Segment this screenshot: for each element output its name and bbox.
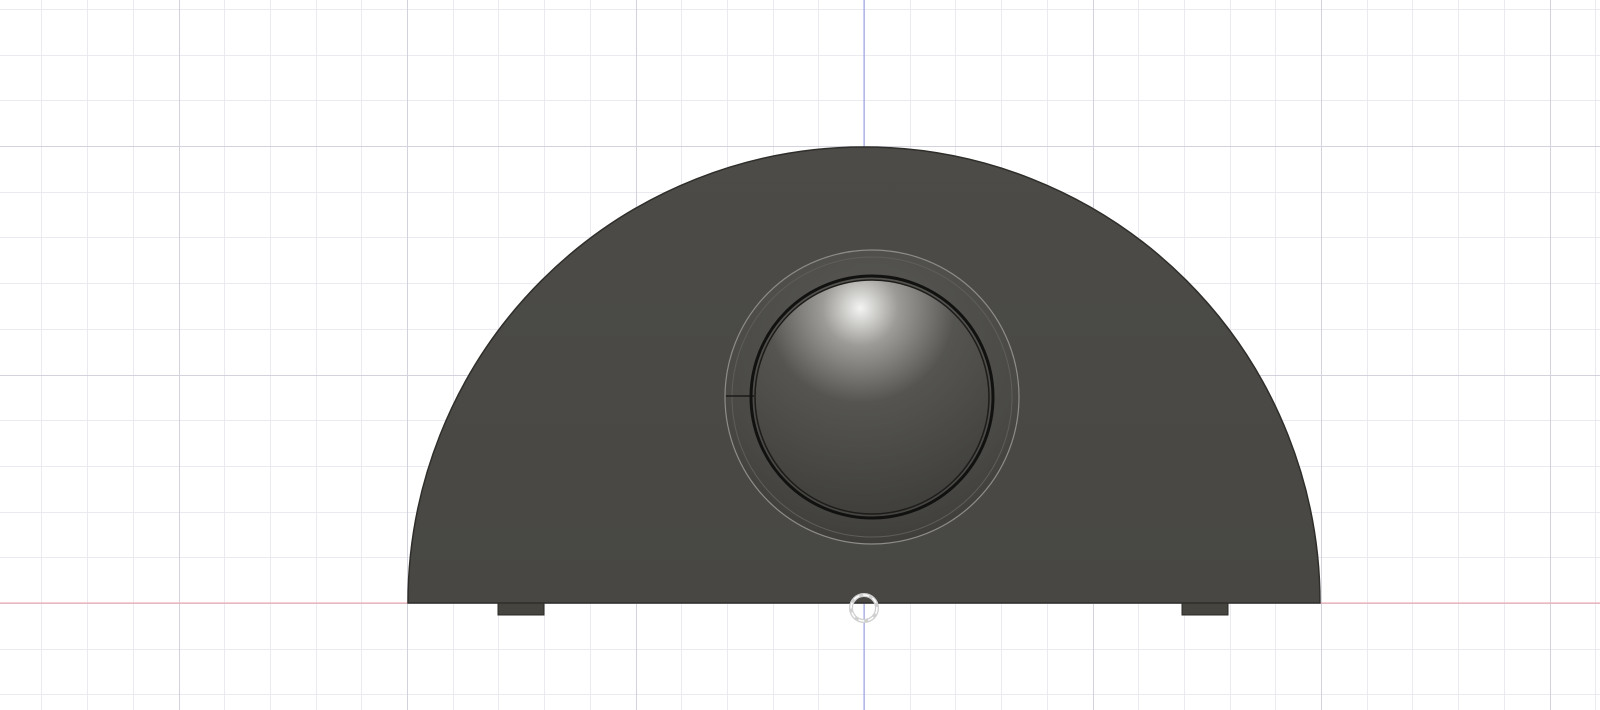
design-viewport[interactable] — [0, 0, 1600, 710]
dome-button[interactable] — [754, 279, 990, 515]
viewport-canvas[interactable] — [0, 0, 1600, 710]
